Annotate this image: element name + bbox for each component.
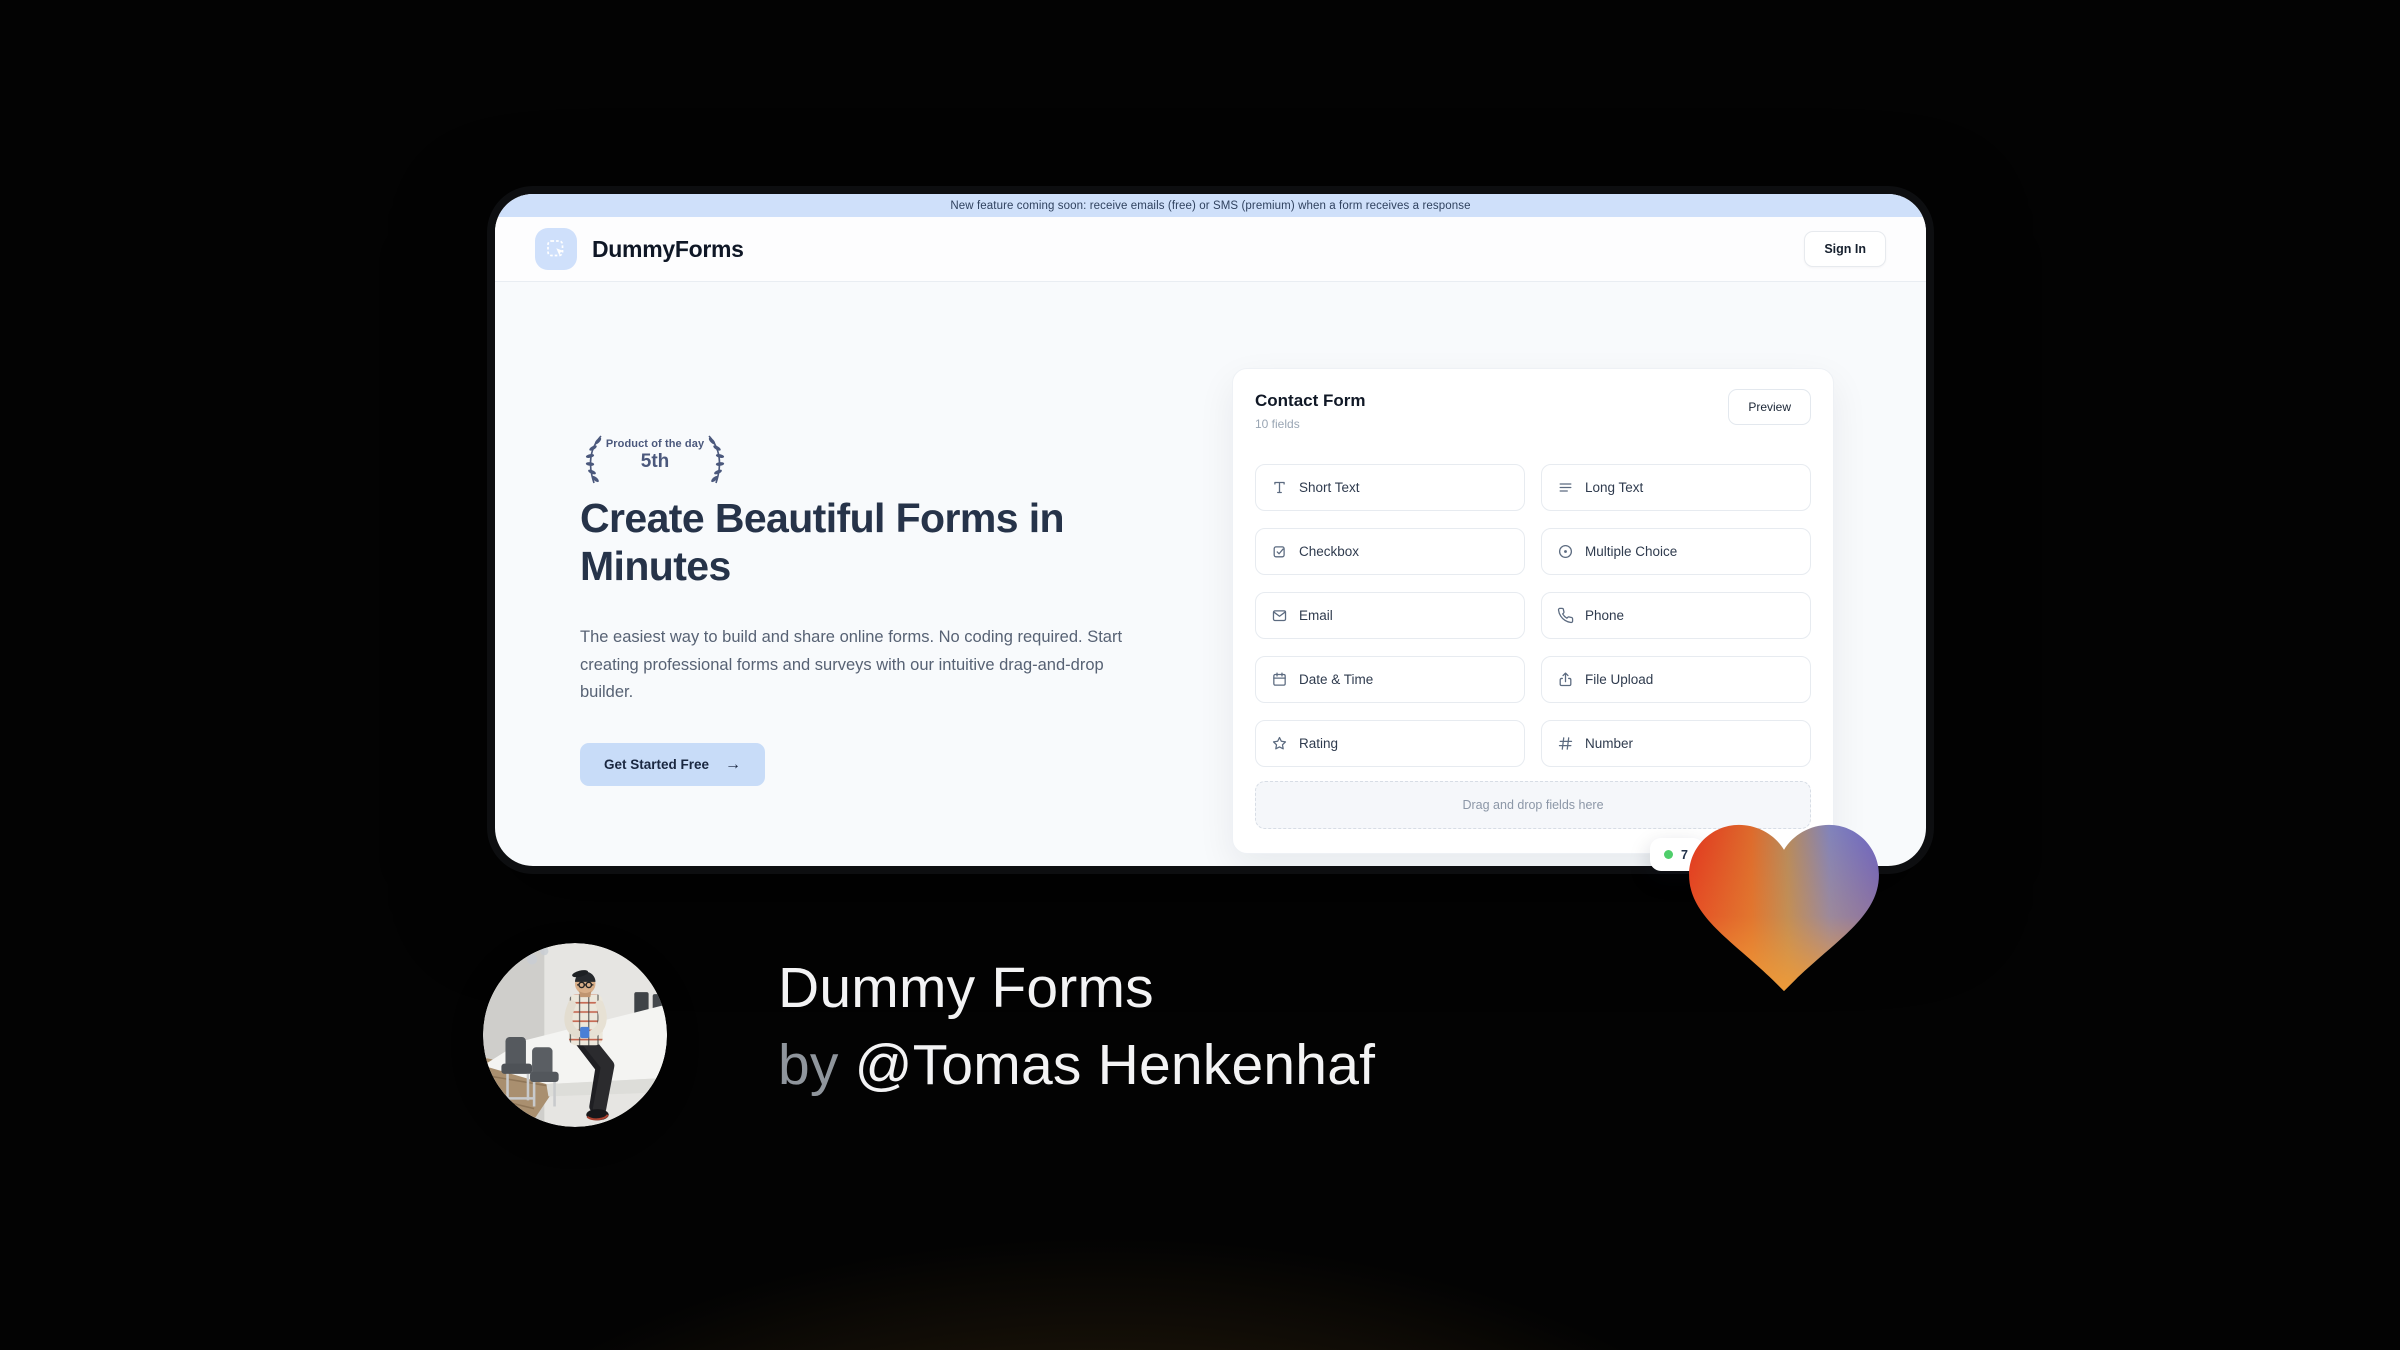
preview-button[interactable]: Preview [1728, 389, 1811, 425]
browser-window: New feature coming soon: receive emails … [487, 186, 1934, 874]
field-label: Multiple Choice [1585, 544, 1678, 559]
window-content: New feature coming soon: receive emails … [495, 194, 1926, 866]
star-icon [1272, 736, 1287, 750]
hash-icon [1558, 737, 1573, 750]
field-label: File Upload [1585, 672, 1654, 687]
get-started-label: Get Started Free [604, 757, 710, 772]
field-label: Date & Time [1299, 672, 1374, 687]
drag-drop-label: Drag and drop fields here [1462, 798, 1604, 812]
green-dot-icon [1664, 850, 1673, 859]
field-button-email[interactable]: Email [1255, 592, 1525, 639]
badge-title: Product of the day [605, 438, 705, 450]
field-button-checkbox[interactable]: Checkbox [1255, 528, 1525, 575]
hero-title-line2: Minutes [580, 543, 731, 589]
field-button-phone[interactable]: Phone [1541, 592, 1811, 639]
checkbox-icon [1273, 546, 1285, 558]
avatar-photo [483, 943, 667, 1127]
upload-icon [1559, 672, 1572, 687]
sign-in-button[interactable]: Sign In [1804, 231, 1886, 267]
promo-caption: Dummy Forms by @Tomas Henkenhaf [778, 950, 1375, 1104]
multiple-choice-icon [1558, 544, 1573, 559]
field-button-short-text[interactable]: Short Text [1255, 464, 1525, 511]
announcement-banner: New feature coming soon: receive emails … [495, 194, 1926, 217]
field-label: Number [1585, 736, 1634, 751]
promo-background: New feature coming soon: receive emails … [0, 0, 2400, 1350]
app-header: DummyForms Sign In [495, 217, 1926, 282]
field-label: Long Text [1585, 480, 1644, 495]
field-button-long-text[interactable]: Long Text [1541, 464, 1811, 511]
gradient-heart-icon [1689, 824, 1879, 992]
form-field-count: 10 fields [1255, 417, 1300, 431]
field-label: Checkbox [1299, 544, 1360, 559]
caption-byline: by @Tomas Henkenhaf [778, 1027, 1375, 1104]
form-title: Contact Form [1255, 391, 1366, 410]
caption-product-name: Dummy Forms [778, 956, 1154, 1020]
field-button-number[interactable]: Number [1541, 720, 1811, 767]
laurel-right-icon [708, 435, 725, 484]
field-button-rating[interactable]: Rating [1255, 720, 1525, 767]
product-of-the-day-badge: Product of the day 5th [580, 432, 730, 488]
short-text-icon [1274, 481, 1285, 494]
field-label: Email [1299, 608, 1333, 623]
field-button-date-time[interactable]: Date & Time [1255, 656, 1525, 703]
author-handle: @Tomas Henkenhaf [854, 1033, 1376, 1097]
long-text-icon [1559, 483, 1572, 492]
email-icon [1272, 610, 1287, 622]
announcement-text: New feature coming soon: receive emails … [950, 199, 1471, 212]
field-palette: Short Text Long Text Checkbox Multiple C… [1255, 464, 1811, 767]
phone-icon [1557, 607, 1574, 624]
brand-name[interactable]: DummyForms [592, 236, 744, 263]
field-button-file-upload[interactable]: File Upload [1541, 656, 1811, 703]
form-builder-card: Contact Form 10 fields Preview Short Tex… [1232, 368, 1834, 854]
arrow-right-icon: → [725, 755, 742, 773]
field-label: Rating [1299, 736, 1339, 751]
hero-title-line1: Create Beautiful Forms in [580, 495, 1065, 541]
avatar [483, 943, 667, 1127]
status-badge-value: 7 [1681, 847, 1688, 862]
hero-title: Create Beautiful Forms in Minutes [580, 494, 1140, 590]
calendar-icon [1273, 672, 1286, 686]
brand-logo[interactable] [535, 228, 577, 270]
dashed-select-cursor-icon [547, 240, 564, 257]
by-label: by [778, 1033, 855, 1097]
field-button-multiple-choice[interactable]: Multiple Choice [1541, 528, 1811, 575]
field-label: Short Text [1299, 480, 1360, 495]
laurel-left-icon [585, 435, 602, 484]
hero-description: The easiest way to build and share onlin… [580, 628, 1123, 701]
get-started-button[interactable]: Get Started Free → [580, 743, 766, 786]
badge-rank: 5th [640, 451, 670, 472]
field-label: Phone [1585, 608, 1625, 623]
